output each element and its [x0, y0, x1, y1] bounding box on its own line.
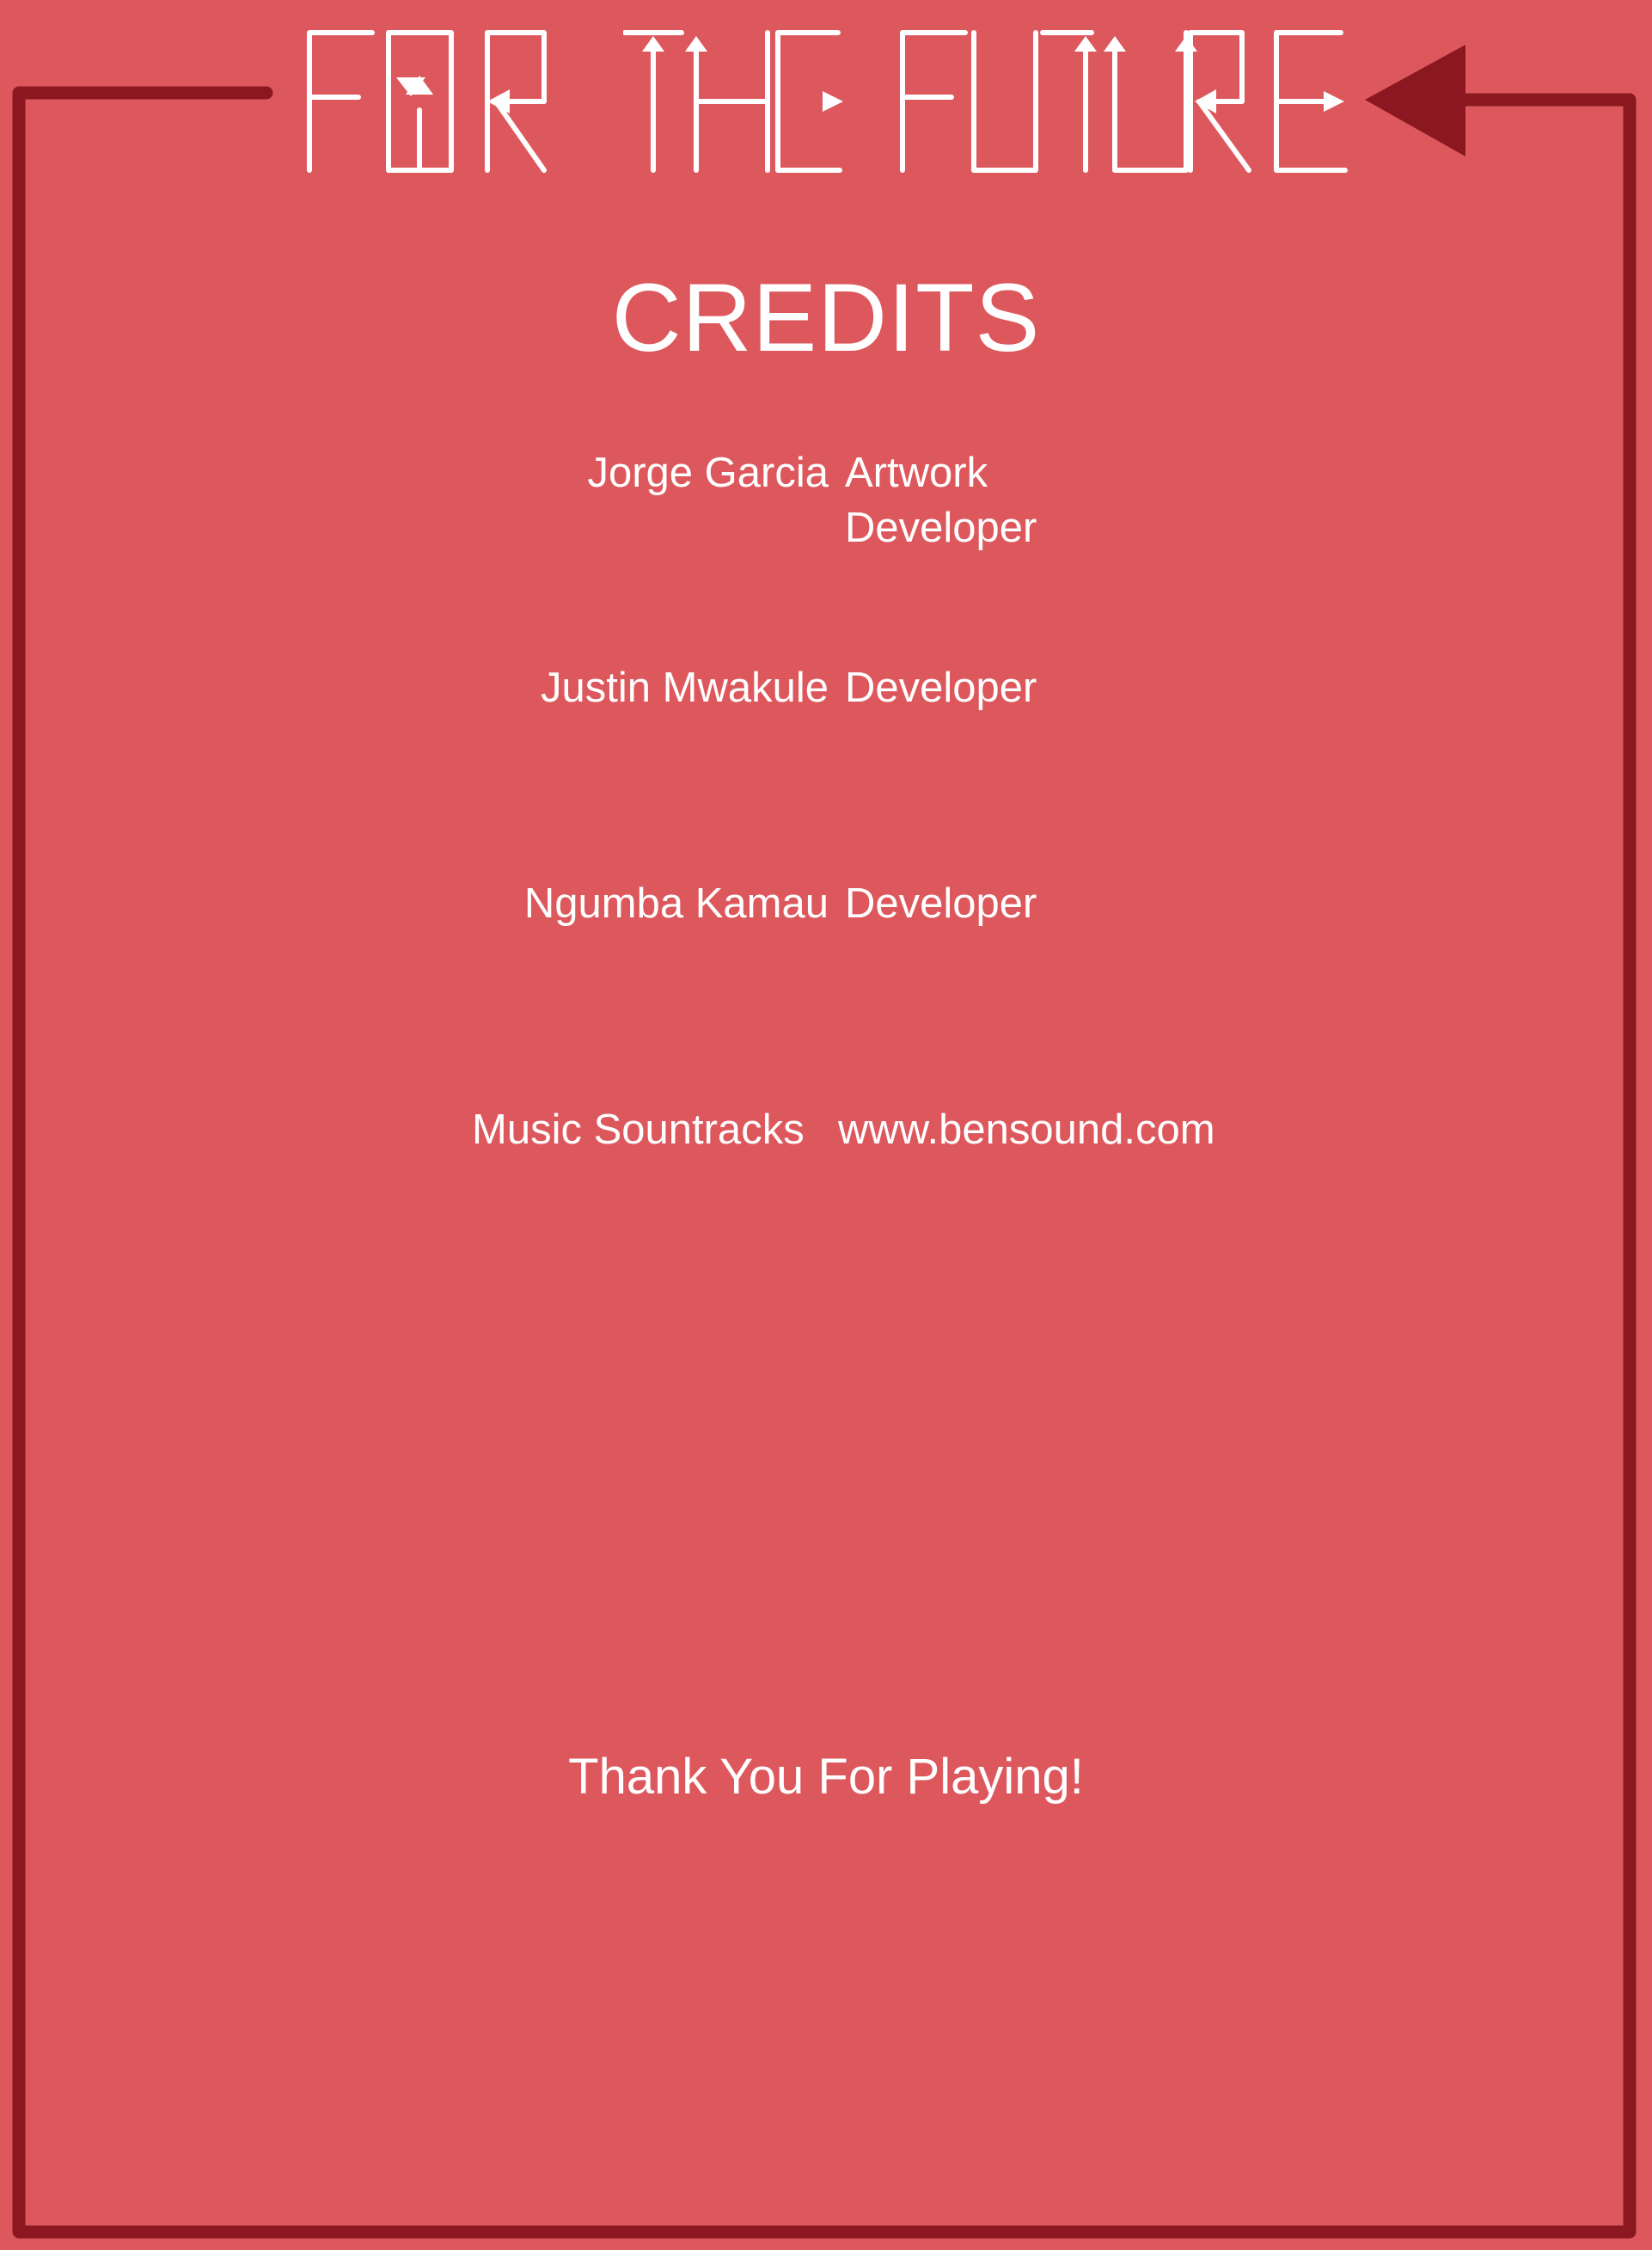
music-label: Music Sountracks — [472, 1107, 805, 1153]
logo-word-future — [900, 30, 1348, 173]
credits-heading: CREDITS — [611, 264, 1041, 371]
frame-line — [12, 86, 1637, 2239]
credit-role-3: Developer — [845, 880, 1037, 927]
music-source-link[interactable]: www.bensound.com — [838, 1104, 1215, 1156]
thank-you-message: Thank You For Playing! — [568, 1749, 1084, 1805]
credit-role-2: Developer — [845, 665, 1037, 711]
credit-name-2: Justin Mwakule — [541, 665, 829, 711]
credit-name-1: Jorge Garcia — [587, 450, 829, 496]
credit-role-1a: Artwork — [845, 450, 988, 496]
frame-arrow-head — [1365, 45, 1465, 156]
credit-name-3: Ngumba Kamau — [523, 880, 829, 927]
logo-word-the — [623, 30, 843, 173]
logo-word-for — [307, 30, 547, 173]
credit-role-1b: Developer — [845, 505, 1037, 551]
